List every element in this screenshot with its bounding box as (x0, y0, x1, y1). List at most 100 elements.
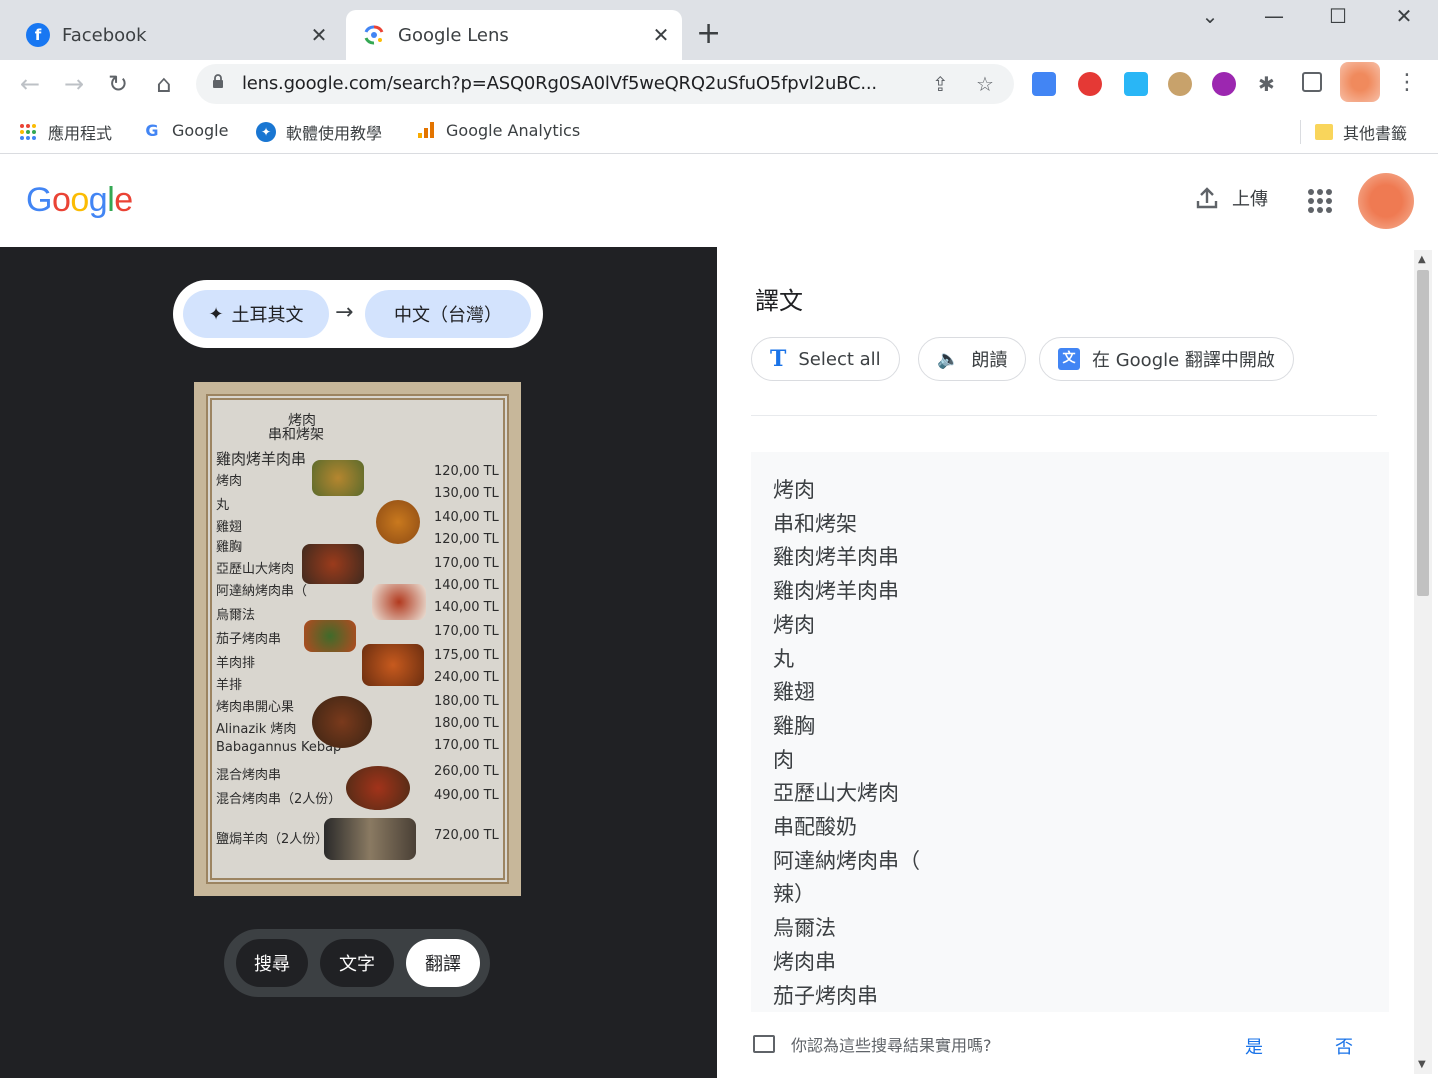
account-avatar[interactable] (1358, 173, 1414, 229)
read-aloud-button[interactable]: 🔈 朗讀 (918, 337, 1027, 381)
more-menu-icon[interactable]: ⋮ (1396, 70, 1418, 95)
target-language-button[interactable]: 中文（台灣） (365, 290, 531, 338)
new-tab-button[interactable]: + (696, 16, 721, 52)
page-scrollbar[interactable]: ▲ ▼ (1414, 250, 1432, 1074)
tab-strip: f Facebook ✕ Google Lens ✕ + ⌄ — ☐ ✕ (0, 0, 1438, 60)
menu-line: 茄子烤肉串 (216, 632, 282, 647)
menu-price: 260,00 TL (434, 764, 499, 779)
home-icon[interactable]: ⌂ (148, 68, 180, 100)
menu-price: 170,00 TL (434, 556, 499, 571)
source-language-button[interactable]: ✦ 土耳其文 (183, 290, 329, 338)
speaker-icon: 🔈 (937, 348, 960, 370)
squirrel-extension-icon[interactable] (1168, 72, 1192, 96)
bookmark-google-analytics[interactable]: Google Analytics (416, 120, 580, 140)
google-translate-icon: 文 (1058, 348, 1080, 370)
bookmark-apps[interactable]: 應用程式 (18, 120, 112, 144)
feedback-no-button[interactable]: 否 (1335, 1033, 1353, 1059)
upload-label: 上傳 (1232, 189, 1268, 210)
menu-price: 490,00 TL (434, 788, 499, 803)
minimize-icon[interactable]: — (1254, 4, 1294, 28)
translated-line: 烤肉串 (773, 949, 836, 974)
address-bar[interactable]: lens.google.com/search?p=ASQ0Rg0SA0lVf5w… (196, 64, 1014, 104)
translated-line: 肉 (773, 747, 794, 772)
bookmark-software-tutorial[interactable]: ✦ 軟體使用教學 (256, 120, 382, 144)
google-apps-icon[interactable] (1308, 189, 1332, 213)
lens-mode-switcher: 搜尋 文字 翻譯 (224, 929, 490, 997)
window-close-icon[interactable]: ✕ (1384, 4, 1424, 28)
menu-price: 240,00 TL (434, 670, 499, 685)
tab-google-lens[interactable]: Google Lens ✕ (346, 10, 682, 60)
tab-facebook[interactable]: f Facebook ✕ (10, 10, 340, 60)
food-photo (302, 544, 364, 584)
extensions-puzzle-icon[interactable]: ✱ (1258, 72, 1282, 96)
maximize-icon[interactable]: ☐ (1318, 4, 1358, 28)
side-panel-icon[interactable] (1302, 72, 1322, 92)
menu-price: 170,00 TL (434, 738, 499, 753)
feedback-yes-button[interactable]: 是 (1245, 1033, 1263, 1059)
menu-price: 130,00 TL (434, 486, 499, 501)
text-t-icon: T (770, 346, 787, 372)
scroll-up-icon[interactable]: ▲ (1418, 254, 1426, 265)
select-all-button[interactable]: T Select all (751, 337, 900, 381)
translated-line: 辣） (773, 882, 815, 907)
image-pane: ✦ 土耳其文 → 中文（台灣） 烤肉 串和烤架 雞肉烤羊肉串 烤肉 丸 雞翅 雞… (0, 247, 717, 1078)
share-icon[interactable]: ⇪ (932, 72, 949, 96)
google-logo[interactable]: Google (26, 181, 133, 220)
divider (751, 415, 1377, 416)
translated-line: 丸 (773, 646, 794, 671)
bookmark-google[interactable]: G Google (142, 120, 228, 140)
translate-extension-icon[interactable] (1032, 72, 1056, 96)
language-selector: ✦ 土耳其文 → 中文（台灣） (173, 280, 543, 348)
opera-extension-icon[interactable] (1078, 72, 1102, 96)
translated-line: 雞翅 (773, 680, 815, 705)
food-photo (376, 500, 420, 544)
screen-extension-icon[interactable] (1124, 72, 1148, 96)
translated-line: 阿達納烤肉串（ (773, 848, 920, 873)
menu-price: 720,00 TL (434, 828, 499, 843)
menu-line: 串和烤架 (268, 427, 324, 443)
menu-line: 羊肉排 (216, 656, 256, 671)
translated-line: 雞胸 (773, 713, 815, 738)
translated-line: 烏爾法 (773, 916, 836, 941)
facebook-icon: f (26, 23, 50, 47)
lens-header: Google 上傳 (0, 155, 1438, 247)
forward-icon[interactable]: → (58, 68, 90, 100)
bookmark-label: Google Analytics (446, 120, 581, 140)
lock-icon (213, 74, 223, 88)
menu-price: 120,00 TL (434, 532, 499, 547)
scroll-down-icon[interactable]: ▼ (1418, 1059, 1426, 1070)
open-in-translate-button[interactable]: 文 在 Google 翻譯中開啟 (1039, 337, 1294, 381)
upload-button[interactable]: 上傳 (1194, 185, 1268, 211)
reload-icon[interactable]: ↻ (102, 68, 134, 100)
close-icon[interactable]: ✕ (646, 23, 676, 47)
menu-image[interactable]: 烤肉 串和烤架 雞肉烤羊肉串 烤肉 丸 雞翅 雞胸 亞歷山大烤肉 阿達納烤肉串（… (194, 382, 521, 896)
translated-text-box[interactable]: 烤肉 串和烤架 雞肉烤羊肉串 雞肉烤羊肉串 烤肉 丸 雞翅 雞胸 肉 亞歷山大烤… (751, 452, 1389, 1012)
close-icon[interactable]: ✕ (304, 23, 334, 47)
back-icon[interactable]: ← (14, 68, 46, 100)
feedback-question: 你認為這些搜尋結果實用嗎? (791, 1036, 992, 1055)
menu-price: 180,00 TL (434, 716, 499, 731)
translated-line: 串和烤架 (773, 511, 857, 536)
translated-line: 雞肉烤羊肉串 (773, 545, 899, 570)
tab-title: Google Lens (398, 24, 509, 46)
menu-line: 雞肉烤羊肉串 (216, 450, 307, 468)
food-photo (346, 766, 410, 810)
bookmark-star-icon[interactable]: ☆ (976, 72, 994, 96)
mode-search-button[interactable]: 搜尋 (236, 939, 308, 987)
menu-line: 雞胸 (216, 540, 243, 555)
profile-avatar[interactable] (1340, 62, 1380, 102)
bookmark-other[interactable]: 其他書籤 (1300, 120, 1407, 144)
translated-line: 雞肉烤羊肉串 (773, 579, 899, 604)
menu-line: 羊排 (216, 678, 243, 693)
tab-search-icon[interactable]: ⌄ (1190, 4, 1230, 28)
google-g-icon: G (145, 120, 159, 140)
scrollbar-thumb[interactable] (1417, 270, 1429, 596)
food-photo (312, 696, 372, 748)
lr-extension-icon[interactable] (1212, 72, 1236, 96)
mode-text-button[interactable]: 文字 (320, 939, 394, 987)
sparkle-icon: ✦ (208, 303, 224, 325)
target-language-label: 中文（台灣） (394, 305, 502, 326)
bookmark-label: Google (172, 120, 229, 140)
translated-line: 烤肉 (773, 612, 815, 637)
mode-translate-button[interactable]: 翻譯 (406, 939, 480, 987)
